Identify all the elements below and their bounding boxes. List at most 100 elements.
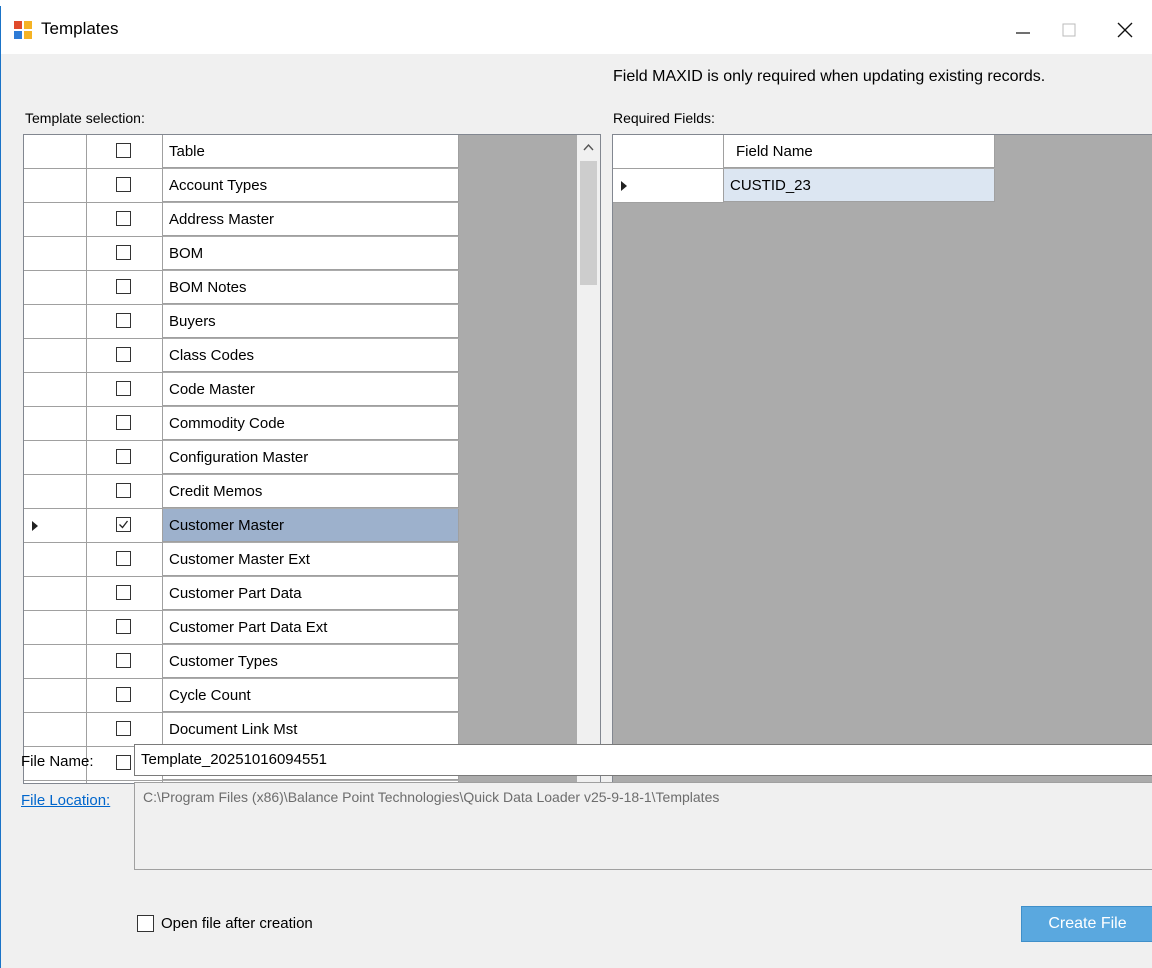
row-header[interactable]: [24, 373, 87, 407]
table-row[interactable]: Customer Master: [24, 509, 460, 543]
row-header[interactable]: [24, 339, 87, 373]
row-header[interactable]: [24, 169, 87, 203]
row-header[interactable]: [24, 305, 87, 339]
file-name-input[interactable]: Template_20251016094551: [134, 744, 1152, 776]
table-name-cell[interactable]: Configuration Master: [163, 441, 459, 474]
scrollbar-thumb[interactable]: [580, 161, 597, 285]
table-row[interactable]: Class Codes: [24, 339, 460, 373]
row-checkbox-cell[interactable]: [87, 713, 163, 747]
row-header[interactable]: [24, 577, 87, 611]
select-all-checkbox[interactable]: [116, 143, 131, 158]
select-all-cell[interactable]: [87, 135, 163, 169]
table-name-cell[interactable]: BOM Notes: [163, 271, 459, 304]
open-after-label[interactable]: Open file after creation: [161, 915, 313, 932]
row-checkbox-cell[interactable]: [87, 611, 163, 645]
table-name-cell[interactable]: Address Master: [163, 203, 459, 236]
row-checkbox-cell[interactable]: [87, 373, 163, 407]
row-checkbox[interactable]: [116, 653, 131, 668]
row-checkbox-cell[interactable]: [87, 407, 163, 441]
scroll-up-icon[interactable]: [583, 143, 594, 151]
table-row[interactable]: Customer Types: [24, 645, 460, 679]
required-fields-grid[interactable]: Field Name CUSTID_23: [612, 134, 1152, 784]
row-checkbox-cell[interactable]: [87, 645, 163, 679]
row-header[interactable]: [613, 169, 724, 203]
table-name-cell[interactable]: Credit Memos: [163, 475, 459, 508]
table-name-cell[interactable]: Cycle Count: [163, 679, 459, 712]
row-checkbox-cell[interactable]: [87, 237, 163, 271]
row-header[interactable]: [24, 475, 87, 509]
table-name-cell[interactable]: Customer Types: [163, 645, 459, 678]
row-checkbox-cell[interactable]: [87, 271, 163, 305]
column-header-field-name[interactable]: Field Name: [724, 135, 995, 168]
row-checkbox-cell[interactable]: [87, 203, 163, 237]
table-name-cell[interactable]: Commodity Code: [163, 407, 459, 440]
table-row[interactable]: Document Link Mst: [24, 713, 460, 747]
field-name-cell[interactable]: CUSTID_23: [724, 169, 995, 202]
table-row[interactable]: Cycle Count: [24, 679, 460, 713]
row-header[interactable]: [24, 611, 87, 645]
row-checkbox[interactable]: [116, 211, 131, 226]
table-name-cell[interactable]: Customer Master Ext: [163, 543, 459, 576]
table-row[interactable]: BOM Notes: [24, 271, 460, 305]
table-row[interactable]: Customer Part Data Ext: [24, 611, 460, 645]
row-checkbox-cell[interactable]: [87, 305, 163, 339]
open-after-checkbox[interactable]: [137, 915, 154, 932]
row-checkbox[interactable]: [116, 483, 131, 498]
create-file-button[interactable]: Create File: [1021, 906, 1152, 942]
table-row[interactable]: Credit Memos: [24, 475, 460, 509]
row-checkbox[interactable]: [116, 313, 131, 328]
minimize-button[interactable]: [999, 10, 1047, 50]
row-checkbox-cell[interactable]: [87, 509, 163, 543]
row-checkbox-cell[interactable]: [87, 441, 163, 475]
template-grid[interactable]: Table Account Types Address Master BOM BOM …: [23, 134, 601, 784]
row-checkbox[interactable]: [116, 245, 131, 260]
row-checkbox[interactable]: [116, 415, 131, 430]
row-checkbox[interactable]: [116, 517, 131, 532]
row-header[interactable]: [24, 237, 87, 271]
row-header[interactable]: [24, 407, 87, 441]
table-row[interactable]: Customer Part Data: [24, 577, 460, 611]
row-checkbox[interactable]: [116, 585, 131, 600]
row-header[interactable]: [24, 713, 87, 747]
table-name-cell[interactable]: Buyers: [163, 305, 459, 338]
row-checkbox[interactable]: [116, 177, 131, 192]
table-row[interactable]: Commodity Code: [24, 407, 460, 441]
row-checkbox[interactable]: [116, 449, 131, 464]
row-checkbox-cell[interactable]: [87, 169, 163, 203]
row-checkbox[interactable]: [116, 721, 131, 736]
table-name-cell[interactable]: BOM: [163, 237, 459, 270]
row-header[interactable]: [24, 543, 87, 577]
row-checkbox-cell[interactable]: [87, 543, 163, 577]
table-name-cell[interactable]: Account Types: [163, 169, 459, 202]
row-header[interactable]: [24, 509, 87, 543]
row-header[interactable]: [24, 203, 87, 237]
row-header[interactable]: [24, 441, 87, 475]
table-row[interactable]: Configuration Master: [24, 441, 460, 475]
required-field-row[interactable]: CUSTID_23: [613, 169, 996, 203]
row-header[interactable]: [24, 781, 87, 783]
table-row[interactable]: BOM: [24, 237, 460, 271]
row-header[interactable]: [24, 679, 87, 713]
row-checkbox-cell[interactable]: [87, 679, 163, 713]
row-checkbox[interactable]: [116, 755, 131, 770]
row-checkbox-cell[interactable]: [87, 577, 163, 611]
row-checkbox[interactable]: [116, 619, 131, 634]
table-name-cell[interactable]: Class Codes: [163, 339, 459, 372]
file-location-link[interactable]: File Location:: [21, 792, 110, 809]
row-checkbox[interactable]: [116, 381, 131, 396]
row-checkbox-cell[interactable]: [87, 475, 163, 509]
row-checkbox[interactable]: [116, 279, 131, 294]
table-name-cell[interactable]: Customer Part Data Ext: [163, 611, 459, 644]
table-row[interactable]: Customer Master Ext: [24, 543, 460, 577]
maximize-button[interactable]: [1045, 10, 1093, 50]
column-header-table[interactable]: Table: [163, 135, 459, 168]
row-header[interactable]: [24, 645, 87, 679]
close-button[interactable]: [1101, 10, 1149, 50]
table-row[interactable]: Address Master: [24, 203, 460, 237]
table-name-cell[interactable]: Document Link Mst: [163, 713, 459, 746]
table-name-cell[interactable]: Code Master: [163, 373, 459, 406]
table-row[interactable]: Account Types: [24, 169, 460, 203]
table-name-cell[interactable]: Customer Master: [163, 509, 459, 542]
table-row[interactable]: Buyers: [24, 305, 460, 339]
row-checkbox[interactable]: [116, 347, 131, 362]
